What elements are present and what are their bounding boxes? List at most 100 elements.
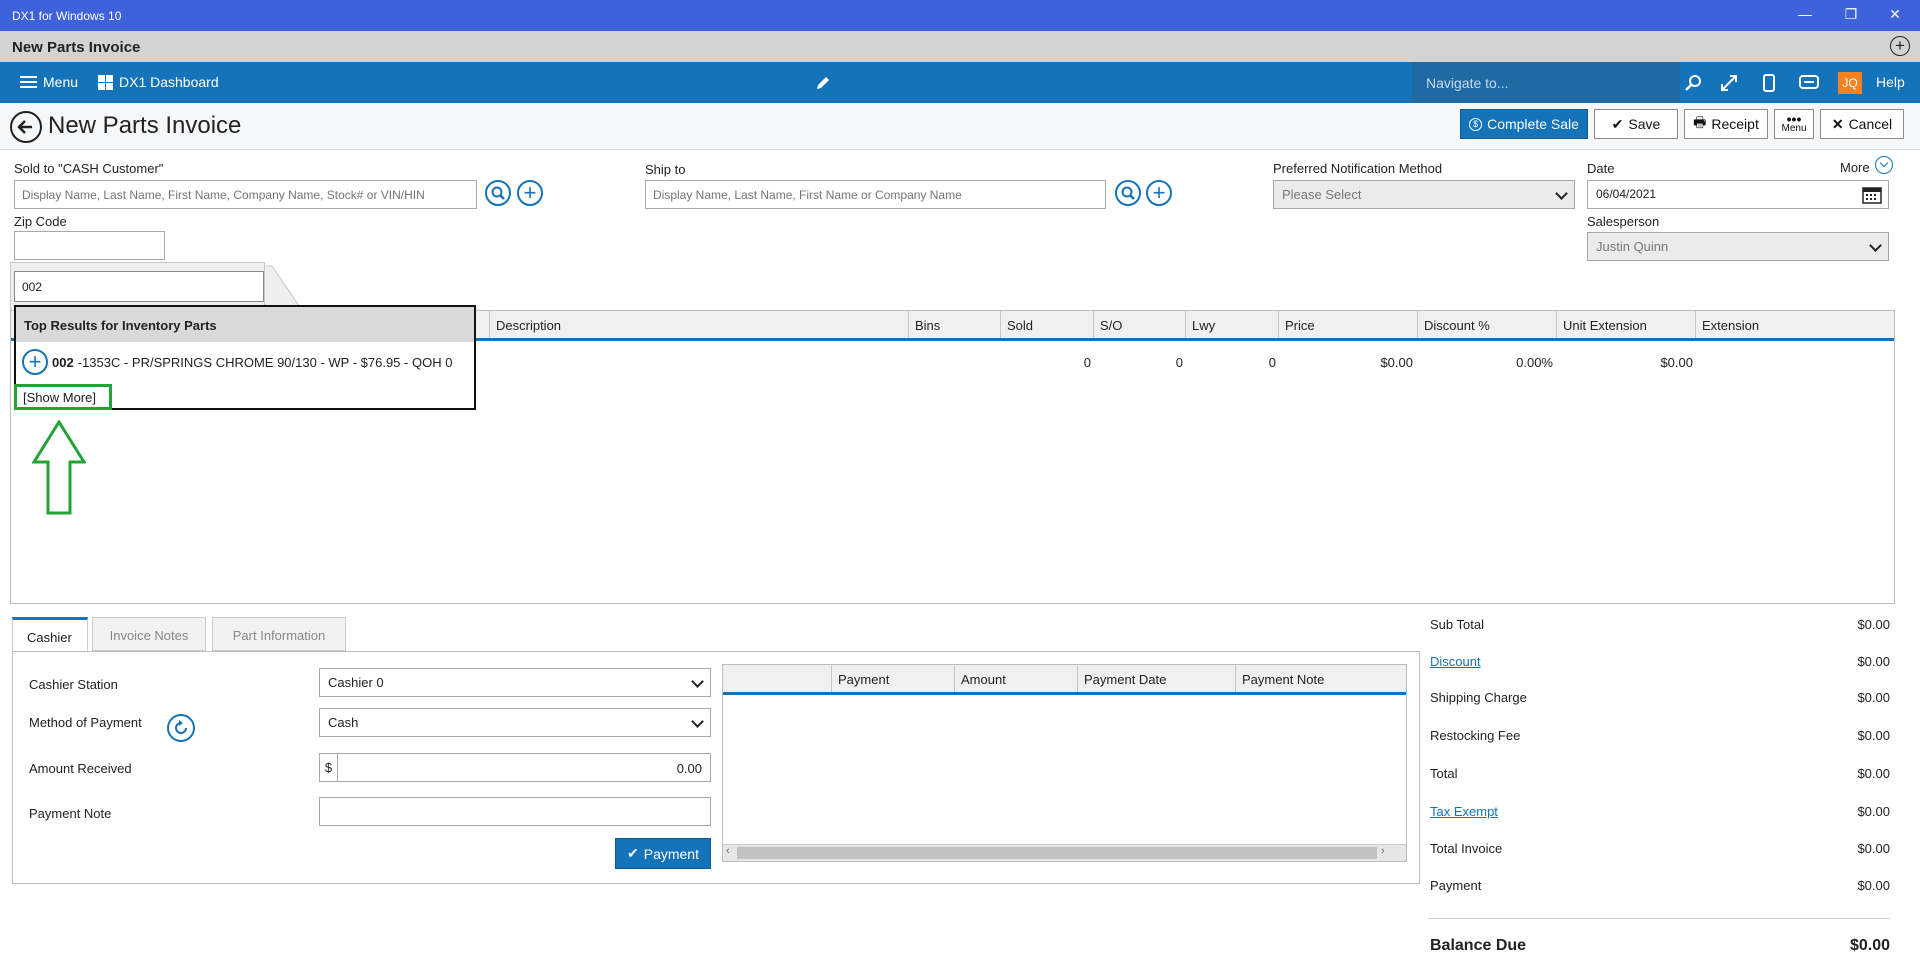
payments-header: Payment Amount Payment Date Payment Note	[723, 665, 1406, 695]
col-lwy[interactable]: Lwy	[1185, 311, 1278, 338]
method-select[interactable]: Cash	[319, 708, 711, 737]
menu-label: Menu	[43, 74, 79, 90]
add-tab-button[interactable]: +	[1890, 36, 1910, 56]
date-input[interactable]: 06/04/2021	[1587, 180, 1889, 209]
user-avatar[interactable]: JQ	[1838, 72, 1862, 94]
pay-col-date[interactable]: Payment Date	[1077, 665, 1235, 692]
more-menu-button[interactable]: ••• Menu	[1774, 109, 1814, 139]
check-icon: ✔	[1611, 115, 1624, 132]
col-discount[interactable]: Discount %	[1417, 311, 1556, 338]
plus-icon: +	[1152, 180, 1166, 205]
col-bins[interactable]: Bins	[908, 311, 1000, 338]
totals-divider	[1428, 918, 1890, 919]
refresh-icon	[175, 720, 187, 734]
plus-icon: +	[523, 180, 537, 205]
receipt-label: Receipt	[1711, 116, 1759, 132]
total-value: $0.00	[1857, 690, 1890, 705]
page-header: New Parts Invoice $ Complete Sale ✔ Save …	[0, 103, 1920, 150]
ship-to-input[interactable]	[645, 180, 1106, 209]
notification-select[interactable]: Please Select	[1273, 180, 1575, 209]
horizontal-scrollbar[interactable]: ‹ ›	[723, 844, 1406, 861]
refresh-method-button[interactable]	[167, 714, 195, 742]
cell-unit-extension: $0.00	[1660, 355, 1693, 370]
total-label: Restocking Fee	[1430, 728, 1521, 743]
app-titlebar: New Parts Invoice +	[0, 31, 1920, 62]
ship-to-search-button[interactable]	[1115, 180, 1141, 206]
ship-to-label: Ship to	[645, 162, 686, 177]
search-icon[interactable]	[1682, 72, 1704, 94]
chat-icon[interactable]	[1798, 72, 1820, 94]
minimize-button[interactable]: —	[1790, 6, 1820, 22]
total-label: Total	[1430, 766, 1458, 781]
chevron-down-icon	[1869, 239, 1882, 252]
sold-to-label: Sold to "CASH Customer"	[14, 161, 164, 176]
salesperson-select[interactable]: Justin Quinn	[1587, 232, 1889, 261]
method-label: Method of Payment	[29, 715, 142, 730]
total-value: $0.00	[1857, 804, 1890, 819]
pay-col-amount[interactable]: Amount	[954, 665, 1077, 692]
restore-button[interactable]: ❐	[1836, 6, 1866, 23]
cancel-button[interactable]: ✕ Cancel	[1820, 109, 1904, 139]
receipt-button[interactable]: 🖶 Receipt	[1684, 109, 1768, 139]
col-price[interactable]: Price	[1278, 311, 1417, 338]
navigate-input[interactable]	[1426, 73, 1666, 93]
pay-col-note[interactable]: Payment Note	[1235, 665, 1406, 692]
zip-label: Zip Code	[14, 214, 67, 229]
cashier-station-select[interactable]: Cashier 0	[319, 668, 711, 697]
col-description[interactable]: Description	[489, 311, 908, 338]
menu-button[interactable]: Menu	[20, 74, 78, 90]
grid-icon	[98, 74, 113, 90]
help-link[interactable]: Help	[1876, 74, 1905, 90]
mobile-icon[interactable]	[1758, 72, 1780, 94]
total-label[interactable]: Discount	[1430, 654, 1481, 669]
add-part-button[interactable]: +	[22, 349, 48, 375]
payment-note-input[interactable]	[319, 797, 711, 826]
scroll-left-icon[interactable]: ‹	[726, 845, 730, 857]
back-button[interactable]	[10, 111, 42, 143]
chevron-down-icon	[691, 675, 704, 688]
scroll-thumb[interactable]	[737, 847, 1377, 859]
close-window-button[interactable]: ✕	[1880, 6, 1910, 23]
sold-to-add-button[interactable]: +	[517, 180, 543, 206]
col-so[interactable]: S/O	[1093, 311, 1185, 338]
total-value: $0.00	[1857, 728, 1890, 743]
scroll-right-icon[interactable]: ›	[1381, 845, 1385, 857]
save-label: Save	[1628, 116, 1661, 132]
show-more-link[interactable]: [Show More]	[14, 384, 112, 410]
dropdown-result-item[interactable]: + 002 -1353C - PR/SPRINGS CHROME 90/130 -…	[22, 349, 452, 375]
calendar-icon[interactable]	[1862, 186, 1882, 204]
pencil-icon[interactable]	[812, 72, 834, 94]
total-label[interactable]: Tax Exempt	[1430, 804, 1498, 819]
total-value: $0.00	[1857, 841, 1890, 856]
save-button[interactable]: ✔ Save	[1594, 109, 1678, 139]
navigate-box	[1412, 62, 1680, 103]
ship-to-add-button[interactable]: +	[1146, 180, 1172, 206]
payment-button[interactable]: ✔ Payment	[615, 838, 711, 869]
col-extension[interactable]: Extension	[1695, 311, 1894, 338]
amount-input[interactable]: 0.00	[677, 761, 702, 776]
dashboard-label: DX1 Dashboard	[119, 74, 219, 90]
part-search-input[interactable]: 002	[14, 271, 264, 302]
total-label: Sub Total	[1430, 617, 1484, 632]
col-unit-extension[interactable]: Unit Extension	[1556, 311, 1695, 338]
total-label: Payment	[1430, 878, 1482, 893]
amount-field: $ 0.00	[319, 753, 711, 782]
more-toggle-button[interactable]	[1875, 156, 1893, 174]
sold-to-input[interactable]	[14, 180, 477, 209]
fullscreen-icon[interactable]	[1718, 72, 1740, 94]
sold-to-search-button[interactable]	[485, 180, 511, 206]
amount-label: Amount Received	[29, 761, 132, 776]
more-label: More	[1840, 160, 1870, 175]
top-nav: Menu DX1 Dashboard JQ Help	[0, 62, 1920, 103]
search-icon	[1121, 186, 1135, 200]
plus-icon: +	[28, 349, 42, 374]
zip-input[interactable]	[14, 231, 165, 260]
complete-sale-button[interactable]: $ Complete Sale	[1460, 109, 1588, 139]
tab-part-information[interactable]: Part Information	[212, 617, 346, 651]
col-sold[interactable]: Sold	[1000, 311, 1093, 338]
dashboard-button[interactable]: DX1 Dashboard	[98, 74, 219, 90]
date-label: Date	[1587, 161, 1615, 176]
pay-col-payment[interactable]: Payment	[831, 665, 954, 692]
tab-invoice-notes[interactable]: Invoice Notes	[92, 617, 206, 651]
tab-cashier[interactable]: Cashier	[12, 617, 88, 652]
